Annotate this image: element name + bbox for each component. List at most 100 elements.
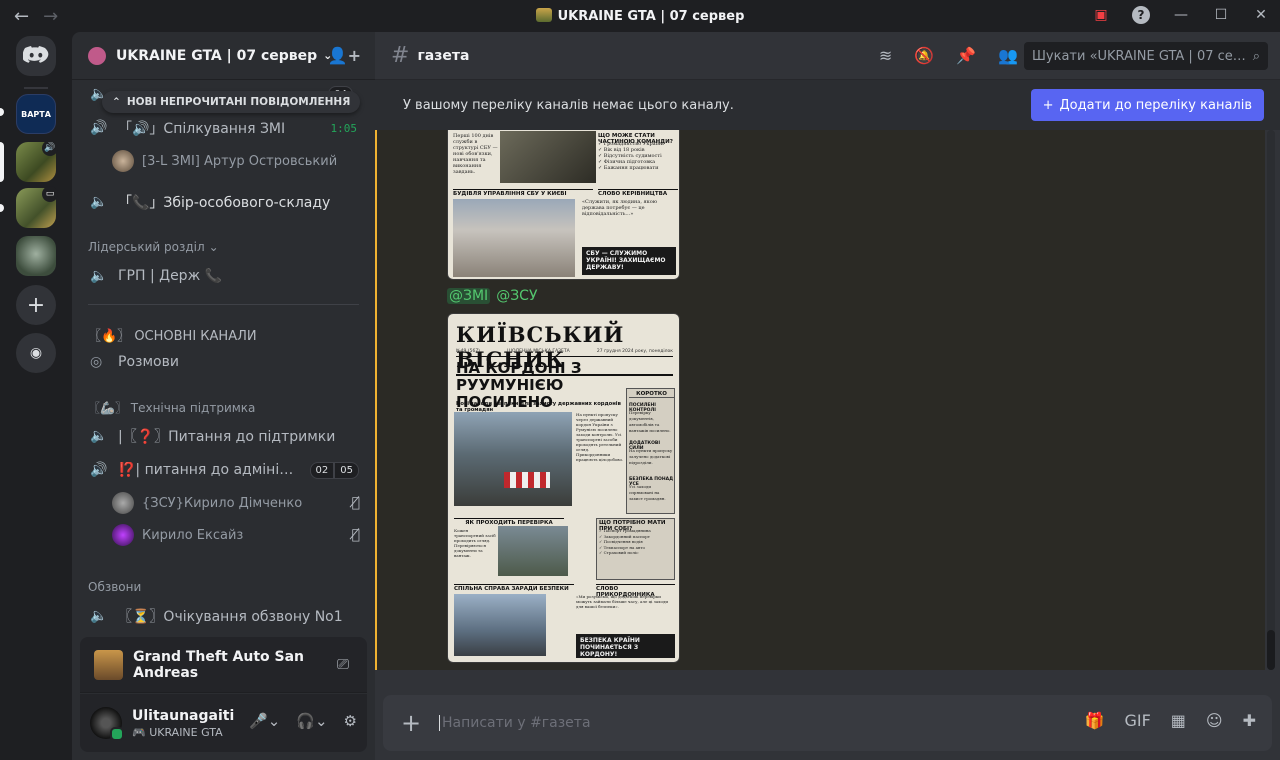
paper-text: Усі заходи спрямовані на захист громадян… [629, 484, 666, 501]
channel-voice-zmi[interactable]: 🔊 「🔊」Спілкування ЗМІ 1:05 [80, 112, 367, 144]
selected-pill [0, 142, 4, 182]
newspaper-image-2[interactable]: КИЇВСЬКИЙ ВІСНИК №49 (567) ЩОДЕННА МІСЬК… [447, 313, 680, 663]
role-mention[interactable]: @ЗСУ [496, 288, 537, 304]
guild-icon [88, 46, 106, 65]
sidebar-box: КОРОТКО ПОСИЛЕНІ КОНТРОЛІ Перевірку доку… [626, 388, 675, 514]
channel-obzvon[interactable]: 🔈 〖⏳〗Очікування обзвону No1 [80, 600, 367, 632]
window-controls: ▣ ? — ☐ ✕ [1092, 6, 1270, 24]
stage-channel-icon: ◎ [90, 354, 103, 370]
paper-subline: №49 (567) ЩОДЕННА МІСЬКА ГАЗЕТА 27 грудн… [456, 349, 673, 357]
category-leader[interactable]: Лідерський розділ ⌄ [88, 240, 219, 254]
voice-channel-icon: 🔈 [90, 608, 108, 624]
photo [500, 131, 596, 183]
voice-channel-icon: 🔈 [90, 428, 108, 444]
message-composer[interactable]: + Написати у #газета 🎁 GIF ▦ ☺ ✚ [383, 695, 1272, 751]
headphones-icon[interactable]: 🎧⌄ [296, 712, 327, 730]
role-mention[interactable]: @ЗМІ [447, 288, 491, 304]
minimize-icon[interactable]: — [1172, 6, 1190, 24]
threads-icon[interactable]: ≋ [879, 46, 892, 65]
checklist-box: ЩО ПОТРІБНО МАТИ ПРИ СОБІ? ✓ Паспорт гро… [596, 518, 675, 580]
gamepad-icon: 🎮 [132, 725, 146, 739]
gear-icon[interactable]: ⚙ [344, 712, 357, 730]
channel-header: # газета ≋ 🔕 📌 👥 Шукати «UKRAINE GTA | 0… [375, 32, 1280, 80]
border-checkpoint-photo [454, 412, 572, 506]
emoji-icon[interactable]: ☺ [1206, 711, 1223, 730]
help-icon[interactable]: ? [1132, 6, 1150, 24]
notifications-muted-icon[interactable]: 🔕 [914, 46, 934, 65]
voice-channel-icon: 🔊 [90, 462, 108, 478]
paper-text: ✓ Паспорт громадянина ✓ Закордонний паспо… [599, 528, 651, 555]
voice-user[interactable]: {ЗСУ}Кирило Дімченко 🎙̸ [112, 489, 364, 517]
attach-plus-icon[interactable]: + [383, 709, 439, 737]
channel-rozmovy[interactable]: ◎ Розмови [80, 346, 367, 378]
window-title: UKRAINE GTA | 07 сервер [0, 8, 1280, 24]
composer-tools: 🎁 GIF ▦ ☺ ✚ [1085, 711, 1256, 730]
discover-button[interactable]: ◉ [16, 333, 56, 373]
search-icon: ⌕ [1252, 48, 1260, 64]
close-icon[interactable]: ✕ [1252, 6, 1270, 24]
gift-icon[interactable]: 🎁 [1085, 711, 1105, 730]
activity-panel: Grand Theft Auto San Andreas ⎚ [80, 637, 367, 693]
add-server-button[interactable]: + [16, 285, 56, 325]
paper-text: Перші 100 днів служби в структурі СБУ — … [453, 133, 498, 175]
paper-text: На пункти пропуску залучено додаткові пі… [629, 448, 673, 465]
maximize-icon[interactable]: ☐ [1212, 6, 1230, 24]
newspaper-image-1[interactable]: Перші 100 днів служби в структурі СБУ — … [447, 130, 680, 280]
invite-people-icon[interactable]: 👤+ [328, 46, 361, 65]
user-count-badge: 02 05 [309, 461, 359, 479]
home-button[interactable] [16, 36, 56, 76]
voice-channel-icon: 🔊 [90, 120, 108, 136]
paper-text: Перевірку документів, автомобілів та ван… [629, 410, 671, 433]
paper-text: «Служити, як людина, якою держава потреб… [582, 199, 658, 217]
add-to-channel-list-button[interactable]: + Додати до переліку каналів [1030, 89, 1264, 121]
discord-logo-icon [23, 46, 49, 63]
category-main[interactable]: 〖🔥〗 ОСНОВНІ КАНАЛИ [88, 325, 257, 344]
gif-icon[interactable]: GIF [1124, 711, 1150, 730]
paper-text: На пункті пропуску через державний кордо… [576, 412, 624, 462]
user-status: 🎮 UKRAINE GTA [132, 725, 223, 739]
message-list: Перші 100 днів служби в структурі СБУ — … [375, 130, 1265, 670]
members-icon[interactable]: 👥 [998, 46, 1018, 65]
channel-grp[interactable]: 🔈 ГРП | Держ 📞 [80, 260, 367, 292]
game-icon [94, 649, 124, 680]
server-varta[interactable]: ВАРТА [16, 94, 56, 134]
server-logo-icon [535, 8, 552, 22]
category-support[interactable]: 〖🦾〗 Технічна підтримка [88, 399, 255, 416]
paper-text: Кожен транспортний засіб проходить огляд… [454, 528, 496, 558]
message-input[interactable]: Написати у #газета [439, 715, 591, 731]
server-list: ВАРТА 🔊 ▭ + ◉ [0, 32, 72, 760]
channel-admin[interactable]: 🔊 ⁉️| питання до адміні… 02 05 [80, 454, 367, 486]
apps-icon[interactable]: ✚ [1243, 711, 1256, 730]
server-ukraine-gta-07[interactable]: 🔊 [16, 140, 58, 182]
pin-icon[interactable]: 📌 [956, 46, 976, 65]
channel-voice-zbir[interactable]: 🔈 「📞」Збір-особового-складу [80, 186, 367, 218]
guild-header[interactable]: UKRAINE GTA | 07 сервер ⌄ 👤+ [72, 32, 375, 80]
inbox-icon[interactable]: ▣ [1092, 6, 1110, 24]
server-ukraine-gta[interactable]: ▭ [16, 186, 58, 228]
muted-mic-icon: 🎙̸ [351, 495, 360, 511]
user-controls: 🎤⌄ 🎧⌄ ⚙ [249, 712, 357, 730]
plus-icon: + [1042, 97, 1054, 113]
category-obzvony[interactable]: Обзвони [88, 580, 141, 594]
voice-channel-icon: 🔈 [90, 268, 108, 284]
header-toolbar: ≋ 🔕 📌 👥 [879, 46, 1018, 65]
server-avatar[interactable] [16, 236, 56, 276]
avatar [112, 150, 134, 172]
paper-text: ✓ Громадянство України ✓ Вік від 18 років… [598, 141, 664, 171]
scrollbar[interactable] [1267, 130, 1275, 670]
channel-sidebar: UKRAINE GTA | 07 сервер ⌄ 👤+ 🔈 04 ⌃ НОВІ… [72, 32, 375, 760]
voice-user[interactable]: Кирило Ексайз 🎙̸ [112, 521, 364, 549]
new-unread-button[interactable]: ⌃ НОВІ НЕПРОЧИТАНІ ПОВІДОМЛЕННЯ [102, 91, 361, 113]
voice-user[interactable]: [3-L ЗМІ] Артур Островський [112, 147, 364, 175]
photo [454, 594, 546, 656]
user-info: Ulitaunagaiti 🎮 UKRAINE GTA [132, 708, 234, 739]
channel-support[interactable]: 🔈 |〖❓〗Питання до підтримки [80, 420, 367, 452]
voice-timer: 1:05 [330, 121, 358, 135]
search-input[interactable]: Шукати «UKRAINE GTA | 07 сер… ⌕ [1024, 42, 1268, 70]
sticker-icon[interactable]: ▦ [1171, 711, 1186, 730]
screen-share-icon[interactable]: ⎚ [337, 655, 349, 673]
divider [88, 304, 359, 305]
scrollbar-thumb[interactable] [1267, 630, 1275, 670]
microphone-icon[interactable]: 🎤⌄ [249, 712, 280, 730]
avatar[interactable] [90, 707, 124, 741]
